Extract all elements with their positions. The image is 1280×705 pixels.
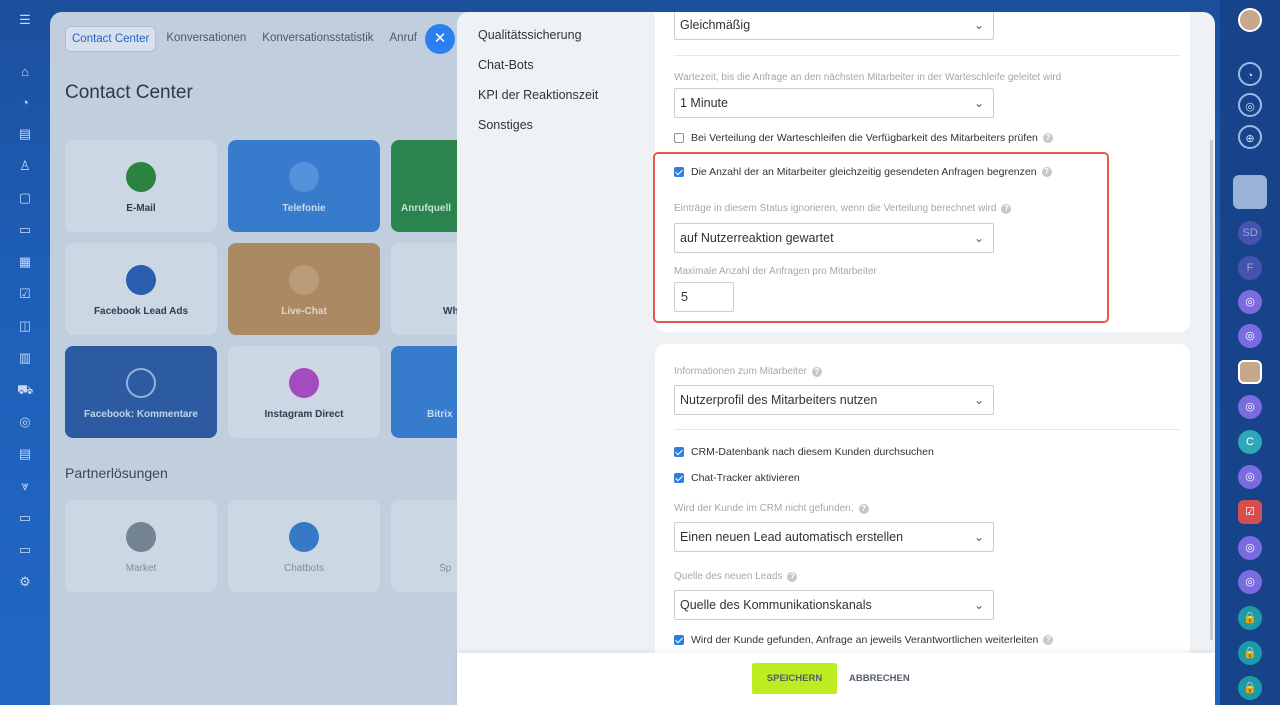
checkbox-label: Wird der Kunde gefunden, Anfrage an jewe…: [691, 634, 1039, 646]
cancel-button[interactable]: ABBRECHEN: [849, 663, 910, 694]
checkbox[interactable]: [674, 635, 684, 645]
select-value: Quelle des Kommunikationskanals: [680, 598, 872, 612]
select-value: Gleichmäßig: [680, 18, 751, 32]
check-icon[interactable]: ☑: [17, 286, 33, 302]
drive-icon[interactable]: ▭: [17, 222, 33, 238]
openline-icon[interactable]: ◎: [1238, 324, 1262, 348]
close-slider-button[interactable]: ✕: [425, 24, 455, 54]
help-icon[interactable]: ?: [1043, 635, 1054, 645]
openline-icon[interactable]: ◎: [1238, 536, 1262, 560]
select-value: Nutzerprofil des Mitarbeiters nutzen: [680, 393, 878, 407]
chat-icon[interactable]: ◫: [17, 318, 33, 334]
highlight-frame: [653, 152, 1109, 323]
menu-item-chatbots[interactable]: Chat-Bots: [478, 58, 598, 88]
inventory-icon[interactable]: ▤: [17, 446, 33, 462]
chat-tracker-row[interactable]: Chat-Tracker aktivieren: [674, 472, 800, 484]
chevron-down-icon: ⌄: [973, 598, 984, 612]
menu-item-other[interactable]: Sonstiges: [478, 118, 598, 148]
calendar-icon[interactable]: ▦: [17, 254, 33, 270]
current-user-avatar[interactable]: [1233, 175, 1267, 209]
employee-info-select[interactable]: Nutzerprofil des Mitarbeiters nutzen ⌄: [674, 385, 994, 415]
openline-icon[interactable]: ◎: [1238, 395, 1262, 419]
settings-menu: Qualitätssicherung Chat-Bots KPI der Rea…: [478, 28, 598, 148]
not-found-label-row: Wird der Kunde im CRM nicht gefunden, ?: [674, 503, 869, 514]
openline-icon[interactable]: ◎: [1238, 465, 1262, 489]
panel-footer: SPEICHERN ABBRECHEN: [457, 653, 1215, 705]
feed-icon[interactable]: ◔: [17, 95, 33, 111]
forward-row[interactable]: Wird der Kunde gefunden, Anfrage an jewe…: [674, 634, 1054, 646]
checkbox[interactable]: [674, 447, 684, 457]
documents-icon[interactable]: ▢: [17, 190, 33, 206]
filter-icon[interactable]: ⩔: [17, 478, 33, 494]
divider: [674, 55, 1180, 56]
search-chat-icon[interactable]: ⊕: [1238, 125, 1262, 149]
checkbox[interactable]: [674, 133, 684, 143]
car-icon[interactable]: ▭: [17, 542, 33, 558]
menu-item-kpi[interactable]: KPI der Reaktionszeit: [478, 88, 598, 118]
not-found-select[interactable]: Einen neuen Lead automatisch erstellen ⌄: [674, 522, 994, 552]
chevron-down-icon: ⌄: [973, 18, 984, 32]
checkbox-label: Chat-Tracker aktivieren: [691, 472, 800, 484]
copilot-icon[interactable]: ◎: [1238, 93, 1262, 117]
dim-overlay: [50, 12, 470, 705]
chevron-down-icon: ⌄: [973, 96, 984, 110]
openline-icon[interactable]: ◎: [1238, 570, 1262, 594]
info-label: Informationen zum Mitarbeiter: [674, 366, 807, 377]
employee-info-card: Informationen zum Mitarbeiter ? Nutzerpr…: [655, 344, 1190, 664]
contacts-icon[interactable]: ♙: [17, 158, 33, 174]
save-button[interactable]: SPEICHERN: [752, 663, 837, 694]
help-icon[interactable]: ?: [858, 503, 869, 514]
crm-search-row[interactable]: CRM-Datenbank nach diesem Kunden durchsu…: [674, 446, 934, 458]
checkbox[interactable]: [674, 473, 684, 483]
checkbox-label: Bei Verteilung der Warteschleifen die Ve…: [691, 132, 1038, 144]
help-icon[interactable]: ?: [1042, 133, 1053, 143]
left-icon-rail: ☰ ⌂ ◔ ▤ ♙ ▢ ▭ ▦ ☑ ◫ ▥ ⛟ ◎ ▤ ⩔ ▭ ▭ ⚙: [0, 0, 50, 705]
checkbox-label: CRM-Datenbank nach diesem Kunden durchsu…: [691, 446, 934, 458]
info-label-row: Informationen zum Mitarbeiter ?: [674, 366, 822, 377]
lock-icon[interactable]: 🔒: [1238, 606, 1262, 630]
chevron-down-icon: ⌄: [973, 393, 984, 407]
avatar-f[interactable]: F: [1238, 256, 1262, 280]
contact-avatar[interactable]: [1238, 360, 1262, 384]
lock-icon[interactable]: 🔒: [1238, 641, 1262, 665]
chevron-down-icon: ⌄: [973, 530, 984, 544]
source-label-row: Quelle des neuen Leads ?: [674, 571, 798, 582]
help-icon[interactable]: ?: [787, 571, 798, 582]
check-availability-row[interactable]: Bei Verteilung der Warteschleifen die Ve…: [674, 132, 1053, 144]
wait-label: Wartezeit, bis die Anfrage an den nächst…: [674, 72, 1062, 83]
select-value: 1 Minute: [680, 96, 728, 110]
lead-source-select[interactable]: Quelle des Kommunikationskanals ⌄: [674, 590, 994, 620]
settings-icon[interactable]: ⚙: [17, 574, 33, 590]
not-found-label: Wird der Kunde im CRM nicht gefunden,: [674, 503, 854, 514]
wait-select[interactable]: 1 Minute ⌄: [674, 88, 994, 118]
settings-panel: Qualitätssicherung Chat-Bots KPI der Rea…: [457, 12, 1215, 705]
home-icon[interactable]: ⌂: [17, 64, 33, 80]
divider: [674, 429, 1180, 430]
task-icon[interactable]: ☑: [1238, 500, 1262, 524]
source-label: Quelle des neuen Leads: [674, 571, 783, 582]
lock-icon[interactable]: 🔒: [1238, 676, 1262, 700]
notifications-icon[interactable]: ◔: [1238, 62, 1262, 86]
help-icon[interactable]: ?: [811, 366, 822, 377]
avatar-c[interactable]: C: [1238, 430, 1262, 454]
panel-scrollbar[interactable]: [1210, 140, 1213, 640]
menu-icon[interactable]: ☰: [17, 12, 33, 28]
right-rail: ◔ ◎ ⊕ SD F ◎ ◎ ◎ C ◎ ☑ ◎ ◎ 🔒 🔒 🔒: [1220, 0, 1280, 705]
openline-icon[interactable]: ◎: [1238, 290, 1262, 314]
user-avatar[interactable]: [1238, 8, 1262, 32]
avatar-sd[interactable]: SD: [1238, 221, 1262, 245]
select-value: Einen neuen Lead automatisch erstellen: [680, 530, 904, 544]
analytics-icon[interactable]: ▥: [17, 350, 33, 366]
close-icon: ✕: [433, 30, 447, 47]
mail-icon[interactable]: ▭: [17, 510, 33, 526]
sites-icon[interactable]: ◎: [17, 414, 33, 430]
menu-item-quality[interactable]: Qualitätssicherung: [478, 28, 598, 58]
distribution-select[interactable]: Gleichmäßig ⌄: [674, 12, 994, 40]
tasks-icon[interactable]: ▤: [17, 126, 33, 142]
shop-icon[interactable]: ⛟: [17, 382, 33, 398]
